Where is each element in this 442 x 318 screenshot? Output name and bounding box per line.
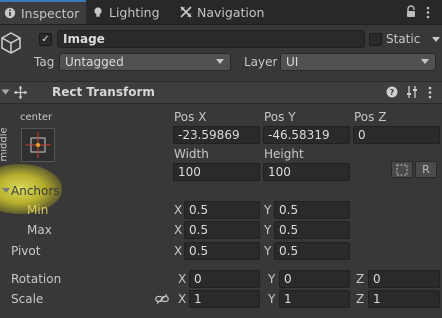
- gameobject-cube-icon: [1, 32, 21, 54]
- tab-bar: Inspector Lighting Navigation: [0, 0, 442, 25]
- rotation-z-axis-label: Z: [356, 272, 365, 286]
- anchor-target-icon: [25, 132, 51, 158]
- tab-inspector[interactable]: Inspector: [0, 0, 86, 24]
- pivot-y-axis-label: Y: [264, 244, 272, 258]
- min-x-axis-label: X: [174, 203, 183, 217]
- tag-dropdown[interactable]: Untagged: [59, 53, 231, 71]
- anchor-presets-button[interactable]: [21, 128, 55, 162]
- rotation-y-axis-label: Y: [268, 272, 276, 286]
- pivot-x-field[interactable]: 0.5: [184, 242, 260, 260]
- scale-x-field[interactable]: 1: [189, 290, 260, 308]
- lock-icon[interactable]: [405, 5, 417, 18]
- max-y-axis-label: Y: [264, 223, 272, 237]
- foldout-arrow-icon[interactable]: [1, 89, 10, 95]
- pos-z-header: Pos Z: [354, 110, 387, 124]
- anchor-max-y-field[interactable]: 0.5: [274, 221, 350, 239]
- help-icon[interactable]: ?: [386, 86, 398, 98]
- rotation-x-axis-label: X: [178, 272, 187, 286]
- rotation-y-field[interactable]: 0: [279, 270, 350, 288]
- min-y-axis-label: Y: [264, 203, 272, 217]
- max-x-axis-label: X: [174, 223, 183, 237]
- width-field[interactable]: 100: [173, 163, 260, 181]
- scale-z-axis-label: Z: [356, 292, 365, 306]
- anchor-min-y-field[interactable]: 0.5: [274, 201, 350, 219]
- height-label: Height: [264, 147, 304, 161]
- static-checkbox[interactable]: [369, 33, 382, 46]
- width-label: Width: [174, 147, 209, 161]
- tab-label: Navigation: [197, 4, 265, 20]
- static-dropdown-button[interactable]: [430, 32, 442, 46]
- tab-navigation[interactable]: Navigation: [180, 0, 264, 24]
- pos-z-field[interactable]: 0: [353, 126, 440, 144]
- component-title: Rect Transform: [52, 85, 155, 99]
- blueprint-icon: [396, 164, 408, 176]
- svg-text:?: ?: [390, 88, 395, 97]
- link-constraint-icon[interactable]: [155, 294, 169, 304]
- tag-label: Tag: [34, 55, 55, 69]
- raw-edit-button[interactable]: R: [415, 161, 437, 178]
- anchor-max-x-field[interactable]: 0.5: [184, 221, 260, 239]
- anchor-min-label: Min: [27, 203, 49, 217]
- tag-value: Untagged: [65, 55, 124, 69]
- active-checkbox[interactable]: ✓: [39, 33, 52, 46]
- rotation-x-field[interactable]: 0: [189, 270, 260, 288]
- anchor-preset-h-label: center: [20, 112, 53, 123]
- pos-y-field[interactable]: -46.58319: [263, 126, 350, 144]
- scale-label: Scale: [11, 292, 44, 306]
- info-icon: [4, 7, 16, 19]
- pos-y-header: Pos Y: [264, 110, 296, 124]
- tab-label: Inspector: [21, 5, 80, 21]
- anchors-foldout-arrow-icon[interactable]: [2, 188, 10, 193]
- tab-lighting[interactable]: Lighting: [92, 0, 160, 24]
- navigation-icon: [180, 6, 192, 18]
- object-name-field[interactable]: Image: [57, 30, 365, 48]
- rotation-label: Rotation: [11, 272, 62, 286]
- layer-label: Layer: [244, 55, 278, 69]
- layer-dropdown[interactable]: UI: [280, 53, 436, 71]
- scale-y-field[interactable]: 1: [279, 290, 350, 308]
- tab-label: Lighting: [109, 4, 160, 20]
- scale-y-axis-label: Y: [268, 292, 276, 306]
- anchor-preset-v-label: middle: [0, 127, 10, 162]
- layer-value: UI: [286, 55, 299, 69]
- height-field[interactable]: 100: [263, 163, 350, 181]
- component-header[interactable]: Rect Transform ?: [0, 81, 442, 104]
- anchors-label[interactable]: Anchors: [11, 184, 60, 198]
- pivot-y-field[interactable]: 0.5: [274, 242, 350, 260]
- anchor-max-label: Max: [27, 223, 52, 237]
- anchor-min-x-field[interactable]: 0.5: [184, 201, 260, 219]
- presets-sliders-icon[interactable]: [406, 86, 418, 98]
- component-menu-icon[interactable]: [428, 86, 432, 99]
- pivot-label: Pivot: [11, 244, 41, 258]
- chevron-down-icon: [216, 59, 224, 64]
- bulb-icon: [94, 7, 102, 17]
- scale-x-axis-label: X: [178, 292, 187, 306]
- pos-x-header: Pos X: [174, 110, 207, 124]
- static-label: Static: [386, 32, 421, 46]
- rotation-z-field[interactable]: 0: [368, 270, 440, 288]
- scale-z-field[interactable]: 1: [368, 290, 440, 308]
- more-options-icon[interactable]: [426, 6, 430, 19]
- pivot-x-axis-label: X: [174, 244, 183, 258]
- blueprint-mode-button[interactable]: [391, 161, 413, 178]
- pos-x-field[interactable]: -23.59869: [173, 126, 260, 144]
- chevron-down-icon: [421, 59, 429, 64]
- rect-transform-icon: [14, 86, 27, 99]
